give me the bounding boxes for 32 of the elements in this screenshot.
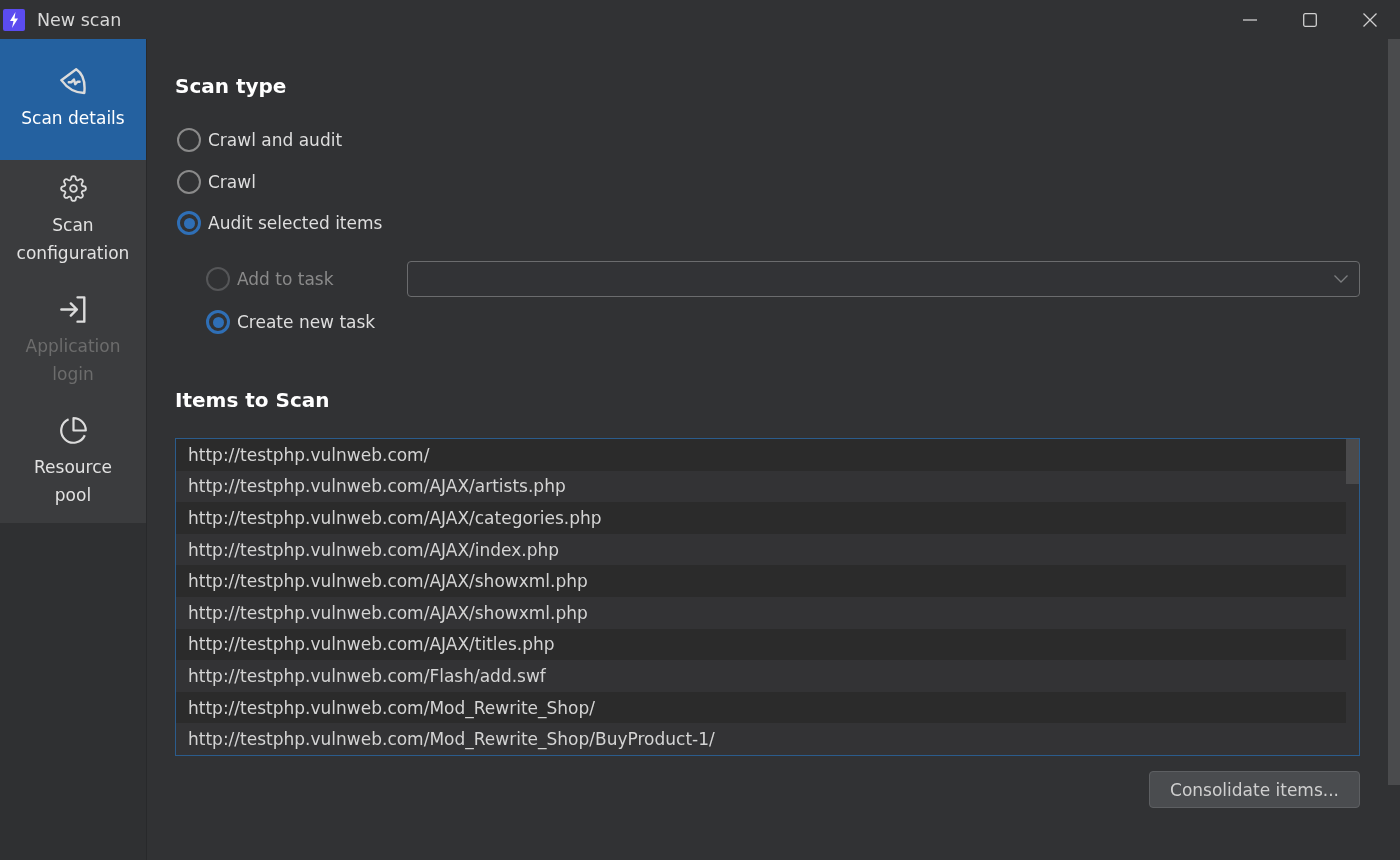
radio-button[interactable] (177, 128, 201, 153)
sidebar-item[interactable]: Scan details (0, 39, 146, 160)
chevron-down-icon (1334, 275, 1348, 283)
scrollbar-thumb[interactable] (1388, 39, 1400, 785)
window-title: New scan (37, 9, 122, 30)
list-row[interactable]: http://testphp.vulnweb.com/AJAX/categories.php (176, 502, 1346, 534)
list-row[interactable]: http://testphp.vulnweb.com/ (176, 439, 1346, 471)
option-label[interactable]: Crawl and audit (208, 128, 343, 153)
close-icon (1363, 12, 1377, 27)
pie-chart-icon (59, 416, 87, 444)
shield-icon (59, 67, 87, 95)
list-row[interactable]: http://testphp.vulnweb.com/Mod_Rewrite_Shop/ (176, 691, 1346, 724)
option-label[interactable]: Audit selected items (208, 211, 383, 236)
list-row[interactable]: http://testphp.vulnweb.com/AJAX/titles.php (176, 628, 1346, 661)
gear-icon (59, 174, 87, 202)
task-dropdown[interactable] (407, 261, 1360, 297)
option-label[interactable]: Crawl (208, 169, 256, 194)
minimize-icon (1243, 18, 1257, 21)
radio-button[interactable] (177, 211, 201, 236)
option-label[interactable]: Create new task (237, 310, 376, 334)
consolidate-button[interactable]: Consolidate items... (1149, 771, 1360, 808)
scrollbar-thumb[interactable] (1346, 439, 1359, 484)
sidebar-item[interactable]: Scan configuration (0, 160, 146, 281)
list-row[interactable]: http://testphp.vulnweb.com/AJAX/showxml.php (176, 565, 1346, 597)
lightning-icon (3, 8, 25, 31)
maximize-icon (1303, 12, 1317, 27)
section-heading: Items to Scan (175, 387, 331, 414)
radio-button[interactable] (206, 310, 230, 334)
sidebar-item[interactable]: Resource pool (0, 402, 146, 523)
radio-button[interactable] (177, 169, 201, 194)
section-heading: Scan type (175, 73, 288, 100)
login-icon (59, 295, 87, 323)
